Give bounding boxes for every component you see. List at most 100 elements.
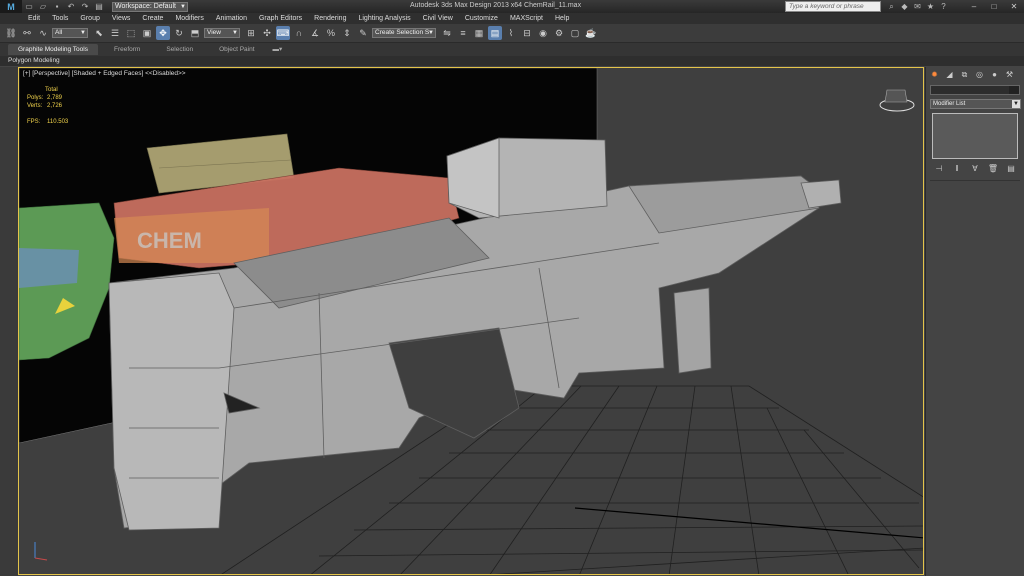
unlink-icon[interactable]: ⚯ xyxy=(20,26,34,40)
named-selection-set-value: Create Selection S xyxy=(375,29,430,36)
curve-editor-icon[interactable]: ⌇ xyxy=(504,26,518,40)
tab-graphite-modeling-tools[interactable]: Graphite Modeling Tools xyxy=(8,44,98,55)
select-by-name-icon[interactable]: ☰ xyxy=(108,26,122,40)
select-object-icon[interactable]: ⬉ xyxy=(92,26,106,40)
save-file-icon[interactable]: ▪ xyxy=(51,2,63,12)
communication-icon[interactable]: ✉ xyxy=(911,1,924,12)
workspace-select[interactable]: Workspace: Default ▼ xyxy=(112,1,188,12)
material-editor-icon[interactable]: ◉ xyxy=(536,26,550,40)
tab-modify-icon[interactable]: ◢ xyxy=(943,69,956,80)
tab-motion-icon[interactable]: ◎ xyxy=(973,69,986,80)
viewport-left-strip xyxy=(0,67,18,576)
stats-verts-label: Verts: xyxy=(27,103,43,109)
menu-views[interactable]: Views xyxy=(112,15,131,22)
axis-tripod-icon xyxy=(34,542,48,561)
menu-create[interactable]: Create xyxy=(142,15,163,22)
window-crossing-icon[interactable]: ▣ xyxy=(140,26,154,40)
edit-named-selection-icon[interactable]: ✎ xyxy=(356,26,370,40)
subscription-icon[interactable]: ◆ xyxy=(898,1,911,12)
render-production-icon[interactable]: ☕ xyxy=(584,26,598,40)
link-icon[interactable]: ⛓ xyxy=(4,26,18,40)
keyboard-shortcut-override-icon[interactable]: ⌨ xyxy=(276,26,290,40)
view-cube-icon xyxy=(879,89,915,112)
schematic-view-icon[interactable]: ⊟ xyxy=(520,26,534,40)
modifier-list-select[interactable]: Modifier List ▼ xyxy=(930,99,1021,109)
ribbon: Graphite Modeling Tools Freeform Selecti… xyxy=(0,43,1024,56)
tab-utilities-icon[interactable]: ⚒ xyxy=(1003,69,1016,80)
select-manipulate-icon[interactable]: ✣ xyxy=(260,26,274,40)
graphite-toggle-icon[interactable]: ▤ xyxy=(488,26,502,40)
undo-icon[interactable]: ↶ xyxy=(65,2,77,12)
hold-icon[interactable]: ▤ xyxy=(93,2,105,12)
make-unique-icon[interactable]: ∀ xyxy=(969,164,981,174)
tab-display-icon[interactable]: ● xyxy=(988,69,1001,80)
workspace-select-value: Workspace: Default xyxy=(115,2,176,10)
bind-space-warp-icon[interactable]: ∿ xyxy=(36,26,50,40)
tab-selection[interactable]: Selection xyxy=(156,44,203,55)
ribbon-options-icon[interactable]: ▬▾ xyxy=(271,44,285,55)
title-bar: M ▭ ▱ ▪ ↶ ↷ ▤ Workspace: Default ▼ Autod… xyxy=(0,0,1024,13)
menu-lighting-analysis[interactable]: Lighting Analysis xyxy=(358,15,410,22)
tab-hierarchy-icon[interactable]: ⧉ xyxy=(958,69,971,80)
minimize-icon[interactable]: – xyxy=(964,0,984,13)
object-name-field[interactable] xyxy=(930,85,1020,95)
menu-modifiers[interactable]: Modifiers xyxy=(175,15,203,22)
menu-civil-view[interactable]: Civil View xyxy=(423,15,453,22)
menu-animation[interactable]: Animation xyxy=(216,15,247,22)
stats-polys-label: Polys: xyxy=(27,95,44,101)
search-input[interactable]: Type a keyword or phrase xyxy=(785,1,881,12)
named-selection-set-select[interactable]: Create Selection S ▼ xyxy=(372,28,436,38)
mirror-icon[interactable]: ⇋ xyxy=(440,26,454,40)
angle-snap-icon[interactable]: ∡ xyxy=(308,26,322,40)
selection-filter-select[interactable]: All ▼ xyxy=(52,28,88,38)
tab-object-paint[interactable]: Object Paint xyxy=(209,44,264,55)
rect-selection-icon[interactable]: ⬚ xyxy=(124,26,138,40)
menu-customize[interactable]: Customize xyxy=(465,15,498,22)
new-file-icon[interactable]: ▭ xyxy=(23,2,35,12)
menu-graph-editors[interactable]: Graph Editors xyxy=(259,15,302,22)
viewport-label[interactable]: [+] [Perspective] [Shaded + Edged Faces]… xyxy=(23,70,186,77)
layer-manager-icon[interactable]: ▦ xyxy=(472,26,486,40)
configure-modifier-sets-icon[interactable]: ▤ xyxy=(1005,164,1017,174)
viewport-scene: CHEM xyxy=(19,68,923,574)
menu-help[interactable]: Help xyxy=(555,15,569,22)
window-title: Autodesk 3ds Max Design 2013 x64 ChemRai… xyxy=(410,2,582,9)
modifier-stack[interactable] xyxy=(932,113,1018,159)
chevron-down-icon: ▼ xyxy=(232,30,238,36)
align-icon[interactable]: ≡ xyxy=(456,26,470,40)
remove-modifier-icon[interactable]: 🗑 xyxy=(987,164,999,174)
menu-tools[interactable]: Tools xyxy=(52,15,68,22)
percent-snap-icon[interactable]: % xyxy=(324,26,338,40)
redo-icon[interactable]: ↷ xyxy=(79,2,91,12)
menu-edit[interactable]: Edit xyxy=(28,15,40,22)
select-move-icon[interactable]: ✥ xyxy=(156,26,170,40)
tab-create-icon[interactable]: ✹ xyxy=(928,69,941,80)
perspective-viewport[interactable]: CHEM [+] [Perspective] [Shaded + Edged F… xyxy=(18,67,924,575)
viewport-statistics: Total Polys: 2,789 Verts: 2,726 FPS: 110… xyxy=(27,86,68,126)
pin-stack-icon[interactable]: ⊣ xyxy=(933,164,945,174)
menu-maxscript[interactable]: MAXScript xyxy=(510,15,543,22)
stats-polys-value: 2,789 xyxy=(47,95,63,101)
rendered-frame-window-icon[interactable]: ▢ xyxy=(568,26,582,40)
help-icon[interactable]: ? xyxy=(937,1,950,12)
ribbon-panel-polygon-modeling[interactable]: Polygon Modeling xyxy=(0,56,1024,66)
snaps-toggle-icon[interactable]: ∩ xyxy=(292,26,306,40)
maximize-icon[interactable]: □ xyxy=(984,0,1004,13)
open-file-icon[interactable]: ▱ xyxy=(37,2,49,12)
app-logo-icon[interactable]: M xyxy=(0,0,22,13)
tab-freeform[interactable]: Freeform xyxy=(104,44,150,55)
menu-group[interactable]: Group xyxy=(80,15,99,22)
reference-coord-select[interactable]: View ▼ xyxy=(204,28,240,38)
menu-rendering[interactable]: Rendering xyxy=(314,15,346,22)
spinner-snap-icon[interactable]: ⇕ xyxy=(340,26,354,40)
favorites-icon[interactable]: ★ xyxy=(924,1,937,12)
render-setup-icon[interactable]: ⚙ xyxy=(552,26,566,40)
object-color-swatch[interactable] xyxy=(1009,86,1019,94)
search-icon[interactable]: ⌕ xyxy=(885,1,898,12)
menu-bar: Edit Tools Group Views Create Modifiers … xyxy=(0,13,1024,24)
close-icon[interactable]: ✕ xyxy=(1004,0,1024,13)
select-scale-icon[interactable]: ⬒ xyxy=(188,26,202,40)
show-end-result-icon[interactable]: ‖ xyxy=(951,164,963,174)
select-rotate-icon[interactable]: ↻ xyxy=(172,26,186,40)
pivot-center-icon[interactable]: ⊞ xyxy=(244,26,258,40)
